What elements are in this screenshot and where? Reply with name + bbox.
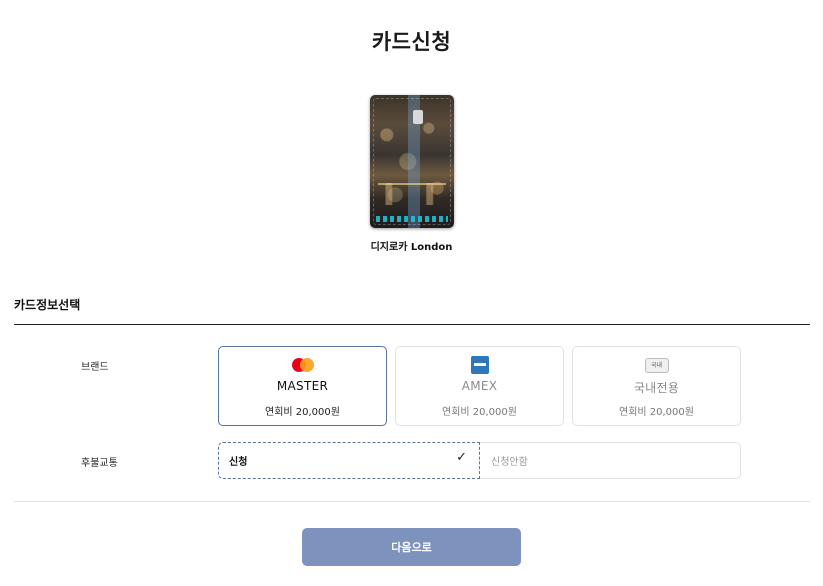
brand-option-domestic[interactable]: 국내 국내전용 연회비 20,000원 [572,346,741,426]
transport-decline-label: 신청안함 [491,457,528,468]
transport-decline-button[interactable]: 신청안함 [481,443,741,478]
brand-option-name: 국내전용 [633,381,680,395]
amex-icon [470,356,489,374]
brand-option-fee: 연회비 20,000원 [265,407,340,418]
bottom-divider [14,501,810,502]
brand-option-master[interactable]: MASTER 연회비 20,000원 [218,346,387,426]
transport-apply-button[interactable]: 신청 ✓ [218,442,480,479]
check-icon: ✓ [456,450,467,465]
brand-option-fee: 연회비 20,000원 [619,407,694,418]
brand-option-name: AMEX [461,379,498,393]
domestic-card-icon: 국내 [644,356,669,374]
mastercard-icon [291,356,314,374]
transport-label: 후불교통 [81,458,118,469]
transport-apply-label: 신청 [229,457,248,468]
brand-label: 브랜드 [81,362,109,373]
card-image [370,95,454,228]
domestic-card-icon-text: 국내 [644,357,669,373]
next-button[interactable]: 다음으로 [302,528,521,566]
brand-option-fee: 연회비 20,000원 [442,407,517,418]
transport-toggle-group: 신청 ✓ 신청안함 [218,442,741,479]
brand-option-amex[interactable]: AMEX 연회비 20,000원 [395,346,564,426]
brand-option-name: MASTER [276,379,329,393]
page-title: 카드신청 [371,30,452,54]
card-name: 디지로카 London [370,242,453,253]
section-title: 카드정보선택 [14,298,81,312]
section-divider [14,324,810,325]
